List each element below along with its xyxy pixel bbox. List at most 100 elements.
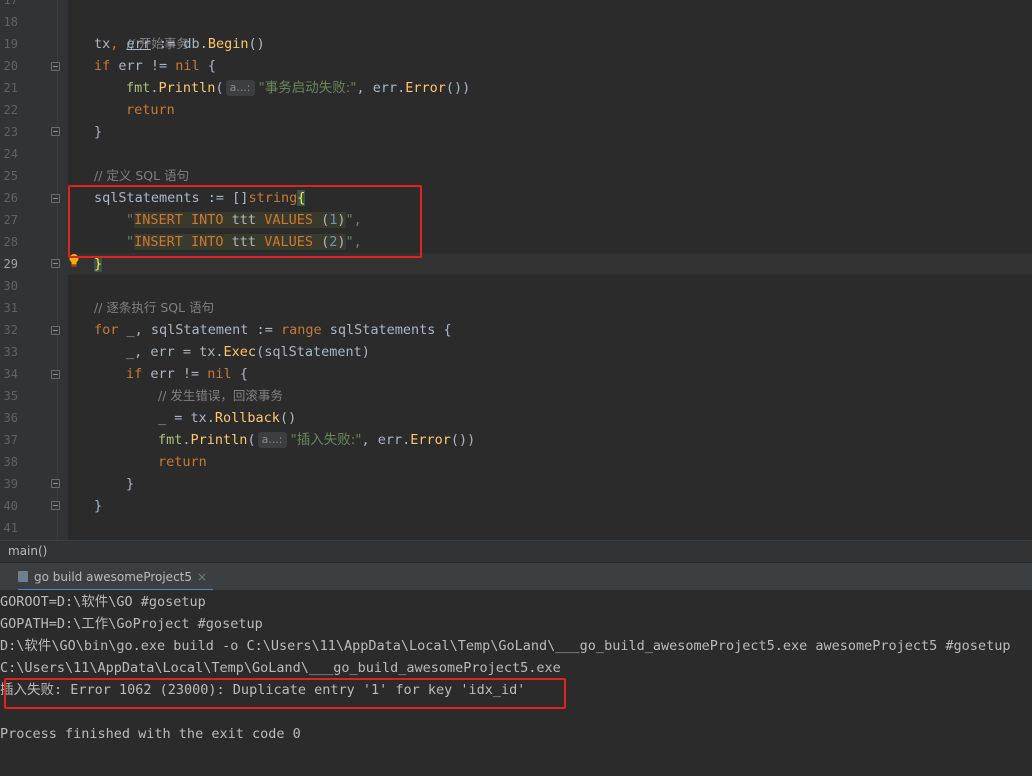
line-number: 24 bbox=[3, 147, 18, 161]
run-tool-window-tabs: go build awesomeProject5 × bbox=[0, 562, 1032, 591]
package-name: fmt bbox=[158, 432, 183, 448]
line-number: 37 bbox=[3, 433, 18, 447]
code-line-20: if err != nil { bbox=[94, 55, 216, 77]
gutter-separator bbox=[57, 0, 58, 540]
code-text: := db. bbox=[150, 36, 208, 52]
line-number: 21 bbox=[3, 81, 18, 95]
method-name: Begin bbox=[207, 36, 249, 52]
line-number: 38 bbox=[3, 455, 18, 469]
console-line: Process finished with the exit code 0 bbox=[0, 726, 301, 742]
fold-marker[interactable] bbox=[51, 194, 60, 203]
line-number: 22 bbox=[3, 103, 18, 117]
method-name: Error bbox=[410, 432, 451, 448]
code-line-21: fmt.Println(a...: "事务启动失败:", err.Error()) bbox=[126, 77, 470, 99]
code-text: ()) bbox=[450, 432, 476, 448]
line-number: 17 bbox=[3, 0, 18, 7]
keyword: for bbox=[94, 322, 119, 338]
code-line-23: } bbox=[94, 121, 102, 143]
line-number: 18 bbox=[3, 15, 18, 29]
line-number: 41 bbox=[3, 521, 18, 535]
line-number: 32 bbox=[3, 323, 18, 337]
code-line-34: if err != nil { bbox=[126, 363, 248, 385]
line-number: 31 bbox=[3, 301, 18, 315]
go-build-icon bbox=[18, 571, 28, 582]
line-number-current: 29 bbox=[3, 257, 18, 271]
code-line-31: // 逐条执行 SQL 语句 bbox=[94, 297, 214, 319]
line-number: 28 bbox=[3, 235, 18, 249]
fold-marker[interactable] bbox=[51, 479, 60, 488]
keyword: if bbox=[94, 58, 111, 74]
line-number: 36 bbox=[3, 411, 18, 425]
function-name: Println bbox=[190, 432, 248, 448]
code-text: . bbox=[182, 432, 191, 448]
keyword: return bbox=[158, 454, 207, 470]
comma: , bbox=[110, 36, 127, 52]
comment: // 发生错误，回滚事务 bbox=[158, 388, 283, 403]
code-line-36: _ = tx.Rollback() bbox=[158, 407, 296, 429]
code-line-37: fmt.Println(a...: "插入失败:", err.Error()) bbox=[158, 429, 475, 451]
code-text: } bbox=[94, 124, 103, 140]
string-literal: "事务启动失败:" bbox=[258, 80, 357, 96]
code-text: err != bbox=[142, 366, 208, 382]
keyword: nil bbox=[207, 366, 232, 382]
fold-marker[interactable] bbox=[51, 259, 60, 268]
line-number: 39 bbox=[3, 477, 18, 491]
code-line-40: } bbox=[94, 495, 102, 517]
parameter-hint: a...: bbox=[257, 432, 287, 448]
code-text: { bbox=[231, 366, 248, 382]
console-line: D:\软件\GO\bin\go.exe build -o C:\Users\11… bbox=[0, 638, 1011, 654]
brace-match: } bbox=[94, 256, 103, 272]
fold-marker[interactable] bbox=[51, 326, 60, 335]
breadcrumb-item[interactable]: main() bbox=[8, 544, 47, 558]
console-line: GOROOT=D:\软件\GO #gosetup bbox=[0, 594, 206, 610]
parameter-hint: a...: bbox=[225, 80, 255, 96]
code-text: () bbox=[248, 36, 265, 52]
line-number: 30 bbox=[3, 279, 18, 293]
code-text: } bbox=[126, 476, 135, 492]
line-number: 23 bbox=[3, 125, 18, 139]
code-line-18: // 开始事务 bbox=[94, 11, 189, 51]
code-line-33: _, err = tx.Exec(sqlStatement) bbox=[126, 341, 370, 363]
code-line-25: // 定义 SQL 语句 bbox=[94, 165, 189, 187]
comment: // 逐条执行 SQL 语句 bbox=[94, 300, 215, 315]
annotation-highlight-box bbox=[68, 185, 422, 258]
close-icon[interactable]: × bbox=[197, 570, 207, 584]
code-editor[interactable]: 17 18 19 20 21 22 23 24 25 26 27 28 29 3… bbox=[0, 0, 1032, 540]
keyword: range bbox=[280, 322, 322, 338]
line-number: 34 bbox=[3, 367, 18, 381]
fold-marker[interactable] bbox=[51, 62, 60, 71]
string-literal: "插入失败:" bbox=[290, 432, 362, 448]
run-console[interactable]: GOROOT=D:\软件\GO #gosetup GOPATH=D:\工作\Go… bbox=[0, 590, 1032, 776]
code-text: ( bbox=[247, 432, 256, 448]
fold-marker[interactable] bbox=[51, 501, 60, 510]
code-line-35: // 发生错误，回滚事务 bbox=[158, 385, 283, 407]
method-name: Error bbox=[405, 80, 446, 96]
comment: // 定义 SQL 语句 bbox=[94, 168, 190, 183]
code-text: _, err = tx. bbox=[126, 344, 224, 360]
fold-marker[interactable] bbox=[51, 127, 60, 136]
code-text: sqlStatements { bbox=[321, 322, 452, 338]
line-number: 26 bbox=[3, 191, 18, 205]
code-text: , err. bbox=[356, 80, 406, 96]
console-line: GOPATH=D:\工作\GoProject #gosetup bbox=[0, 616, 263, 632]
run-tab[interactable]: go build awesomeProject5 × bbox=[18, 563, 214, 591]
line-number: 35 bbox=[3, 389, 18, 403]
fold-marker[interactable] bbox=[51, 370, 60, 379]
keyword: return bbox=[126, 102, 175, 118]
code-text: ()) bbox=[445, 80, 471, 96]
line-number: 27 bbox=[3, 213, 18, 227]
code-text: { bbox=[199, 58, 216, 74]
code-text: ( bbox=[215, 80, 224, 96]
code-line-32: for _, sqlStatement := range sqlStatemen… bbox=[94, 319, 452, 341]
code-line-22: return bbox=[126, 99, 175, 121]
annotation-highlight-box bbox=[4, 678, 566, 709]
breadcrumb[interactable]: main() bbox=[0, 540, 1032, 562]
method-name: Exec bbox=[223, 344, 257, 360]
keyword: nil bbox=[175, 58, 200, 74]
line-number: 20 bbox=[3, 59, 18, 73]
code-text: _, sqlStatement := bbox=[118, 322, 281, 338]
method-name: Rollback bbox=[214, 410, 280, 426]
code-text: , err. bbox=[361, 432, 411, 448]
line-number: 40 bbox=[3, 499, 18, 513]
editor-gutter: 17 18 19 20 21 22 23 24 25 26 27 28 29 3… bbox=[0, 0, 68, 540]
